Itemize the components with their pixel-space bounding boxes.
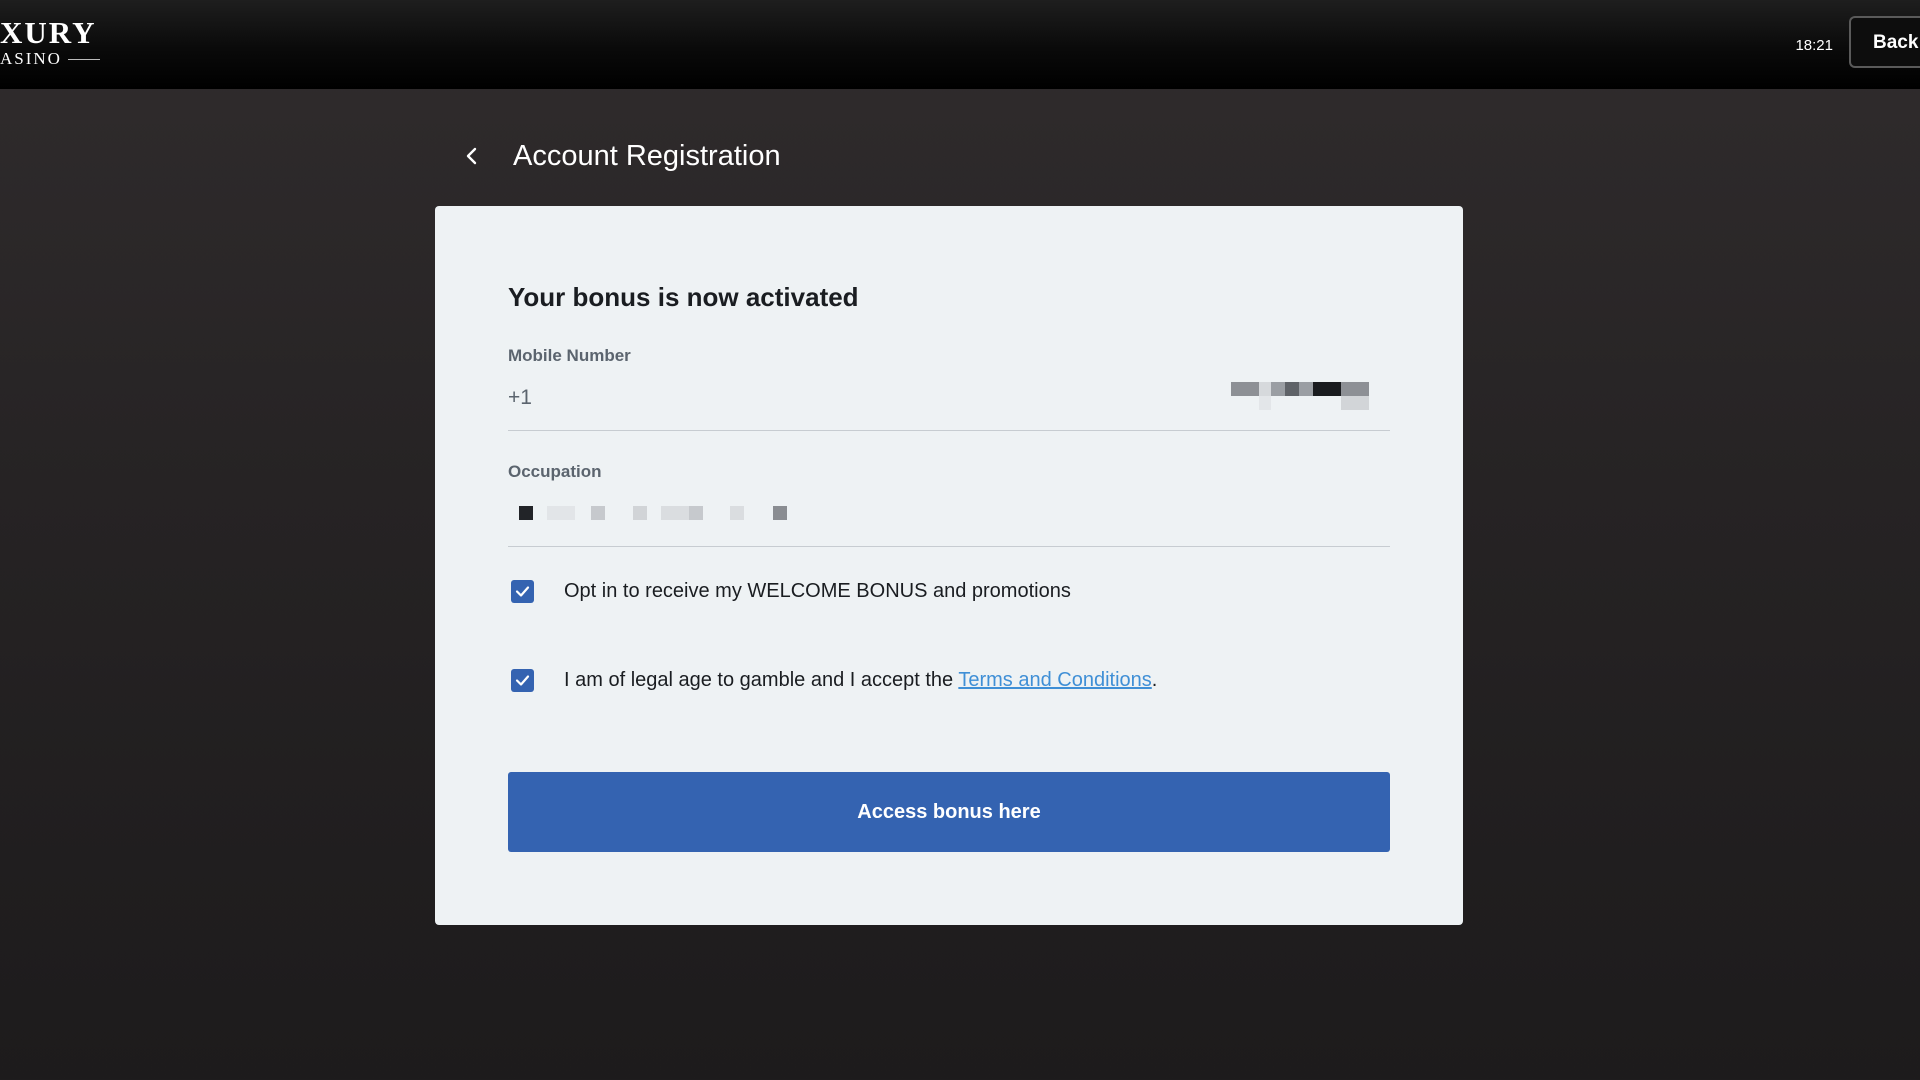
logo-sub-label: ASINO [0, 49, 62, 68]
casino-logo[interactable]: XURY ASINO [0, 17, 100, 69]
top-bar: XURY ASINO 18:21 Back [0, 0, 1920, 89]
legal-age-text: I am of legal age to gamble and I accept… [564, 669, 959, 691]
terms-and-conditions-link[interactable]: Terms and Conditions [958, 669, 1151, 691]
opt-in-bonus-checkbox-row[interactable]: Opt in to receive my WELCOME BONUS and p… [511, 580, 1071, 603]
chevron-left-icon[interactable] [460, 144, 484, 168]
registration-card: Your bonus is now activated Mobile Numbe… [435, 206, 1463, 925]
page-header: Account Registration [460, 136, 781, 176]
legal-age-checkbox-row[interactable]: I am of legal age to gamble and I accept… [511, 669, 1157, 692]
clock: 18:21 [1795, 37, 1833, 54]
logo-divider [67, 58, 100, 60]
access-bonus-button[interactable]: Access bonus here [508, 772, 1390, 852]
page-title: Account Registration [513, 139, 781, 172]
mobile-number-label: Mobile Number [508, 346, 631, 365]
occupation-input[interactable] [508, 498, 1390, 534]
back-button[interactable]: Back [1849, 16, 1920, 68]
logo-main-text: XURY [0, 15, 97, 50]
mobile-number-field[interactable]: Mobile Number +1 [508, 346, 1390, 431]
opt-in-bonus-label: Opt in to receive my WELCOME BONUS and p… [564, 580, 1071, 602]
card-title: Your bonus is now activated [508, 282, 859, 312]
country-code-prefix: +1 [508, 386, 532, 409]
checkmark-icon [515, 675, 530, 686]
occupation-field[interactable]: Occupation [508, 462, 1390, 547]
mobile-number-input[interactable]: +1 [508, 382, 1390, 418]
checkmark-icon [515, 586, 530, 597]
logo-sub-text: ASINO [0, 49, 100, 69]
opt-in-bonus-checkbox[interactable] [511, 580, 534, 603]
legal-age-checkbox[interactable] [511, 669, 534, 692]
legal-age-label: I am of legal age to gamble and I accept… [564, 669, 1157, 692]
occupation-label: Occupation [508, 462, 602, 481]
legal-age-period: . [1151, 669, 1158, 691]
